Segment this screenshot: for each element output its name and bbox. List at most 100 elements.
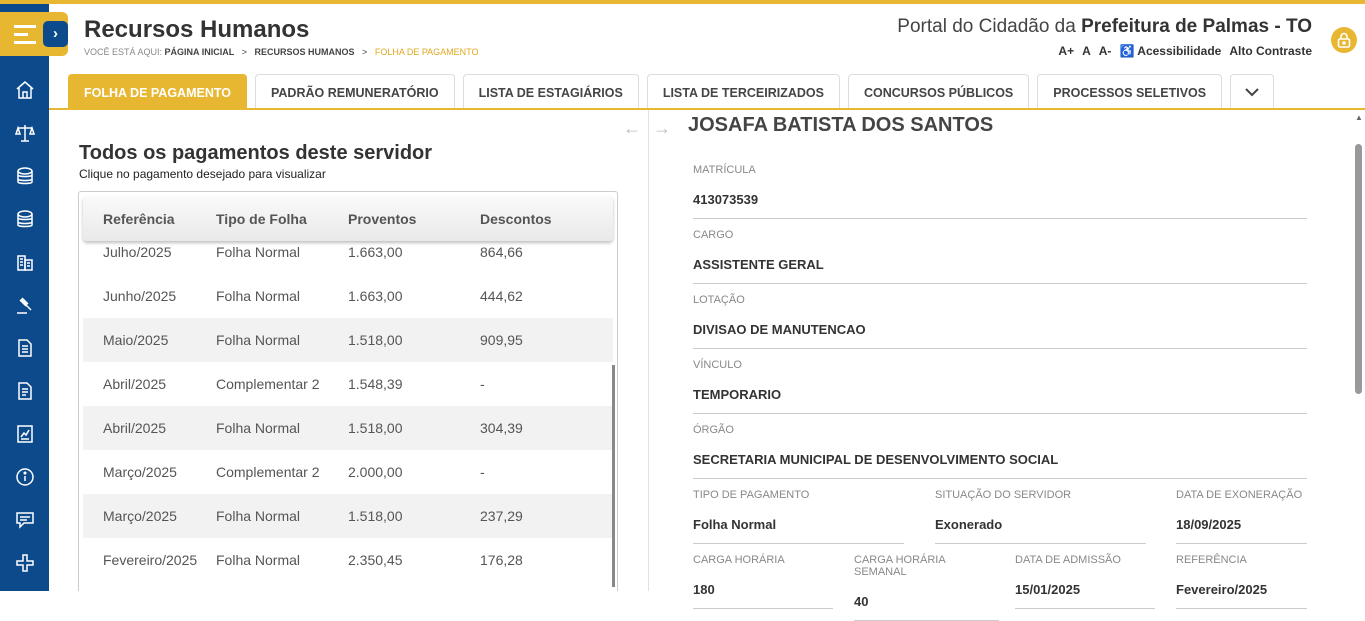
sidebar-item-plus[interactable] [0,541,49,584]
payments-table-header: Referência Tipo de Folha Proventos Desco… [83,196,613,241]
font-decrease-button[interactable]: A- [1099,44,1112,58]
breadcrumb-rh[interactable]: RECURSOS HUMANOS [255,47,355,57]
document-icon [17,338,32,357]
sidebar-item-gavel[interactable] [0,283,49,326]
table-row[interactable]: Abril/2025 Folha Normal 1.518,00 304,39 [83,406,613,450]
table-row[interactable]: Abril/2025 Complementar 2 1.548,39 - [83,362,613,406]
sidebar-icons [0,68,49,584]
sidebar-item-scales[interactable] [0,111,49,154]
cell-referencia: Fevereiro/2025 [103,552,198,568]
cell-proventos: 2.350,45 [348,552,403,568]
column-header-proventos[interactable]: Proventos [348,211,480,227]
tabs-more-button[interactable] [1230,74,1275,110]
field-value: Folha Normal [693,517,904,544]
cell-referencia: Março/2025 [103,508,177,524]
column-header-referencia[interactable]: Referência [83,211,216,227]
cell-proventos: 1.663,00 [348,288,403,304]
cell-proventos: 1.518,00 [348,508,403,524]
field-label: CARGA HORÁRIA [693,554,785,566]
table-row[interactable]: Março/2025 Folha Normal 1.518,00 237,29 [83,494,613,538]
cell-referencia: Abril/2025 [103,420,167,436]
document-list-icon [17,381,32,400]
column-header-descontos[interactable]: Descontos [480,211,600,227]
field-vinculo: VÍNCULO TEMPORARIO [693,359,1307,414]
panel-divider [648,110,649,591]
arrow-left-icon[interactable]: ← [623,118,641,139]
field-tipo-pagamento: TIPO DE PAGAMENTO Folha Normal [693,489,904,544]
page-title: Recursos Humanos [84,16,310,43]
cell-referencia: Junho/2025 [103,288,177,304]
font-reset-button[interactable]: A [1082,44,1091,58]
field-value: DIVISAO DE MANUTENCAO [693,322,1307,349]
cell-tipo: Complementar 2 [216,464,320,480]
employee-name: JOSAFA BATISTA DOS SANTOS [688,114,994,136]
cell-tipo: Folha Normal [216,508,301,524]
sidebar-item-info[interactable] [0,455,49,498]
lock-button[interactable] [1331,27,1357,53]
accessibility-link[interactable]: ♿ Acessibilidade [1119,44,1221,58]
table-row[interactable]: Junho/2025 Folha Normal 1.663,00 444,62 [83,274,613,318]
breadcrumb-separator: > [362,47,368,57]
field-label: CARGO [693,229,734,241]
field-value: ASSISTENTE GERAL [693,257,1307,284]
sidebar-item-home[interactable] [0,68,49,111]
cell-descontos: 909,95 [480,332,523,348]
cell-descontos: - [480,376,485,392]
payments-title: Todos os pagamentos deste servidor [79,142,433,164]
cell-proventos: 1.518,00 [348,332,403,348]
cell-tipo: Folha Normal [216,420,301,436]
payments-table: Julho/2025 Folha Normal 1.663,00 864,66 Jun… [78,191,618,591]
sidebar-item-document-list[interactable] [0,369,49,412]
field-value: SECRETARIA MUNICIPAL DE DESENVOLVIMENTO … [693,452,1307,479]
field-label: DATA DE ADMISSÃO [1015,554,1121,566]
field-referencia: REFERÊNCIA Fevereiro/2025 [1176,554,1307,609]
menu-toggle-button[interactable]: › [0,12,68,56]
chevron-right-icon[interactable]: › [43,21,68,47]
table-row[interactable]: Março/2025 Complementar 2 2.000,00 - [83,450,613,494]
field-situacao: SITUAÇÃO DO SERVIDOR Exonerado [935,489,1146,544]
scales-icon [14,124,35,142]
tab-processos-seletivos[interactable]: PROCESSOS SELETIVOS [1037,74,1223,110]
cell-proventos: 2.000,00 [348,464,403,480]
sidebar-item-chat[interactable] [0,498,49,541]
portal-title: Portal do Cidadão da Prefeitura de Palma… [897,16,1312,38]
page-scrollbar-thumb[interactable] [1355,144,1362,394]
cell-referencia: Julho/2025 [103,244,172,260]
breadcrumb-current: FOLHA DE PAGAMENTO [374,47,479,57]
tab-lista-de-estagiarios[interactable]: LISTA DE ESTAGIÁRIOS [462,74,639,110]
tab-concursos-publicos[interactable]: CONCURSOS PÚBLICOS [847,74,1030,110]
scroll-up-arrow-icon[interactable]: ▲ [1354,113,1364,123]
cell-tipo: Complementar 2 [216,376,320,392]
plus-cross-icon [15,553,34,572]
arrow-right-icon[interactable]: → [653,118,671,139]
table-row[interactable]: Fevereiro/2025 Folha Normal 2.350,45 176,28 [83,538,613,582]
table-row[interactable]: Maio/2025 Folha Normal 1.518,00 909,95 [83,318,613,362]
cell-descontos: - [480,464,485,480]
field-lotacao: LOTAÇÃO DIVISAO DE MANUTENCAO [693,294,1307,349]
font-increase-button[interactable]: A+ [1058,44,1074,58]
tab-folha-de-pagamento[interactable]: FOLHA DE PAGAMENTO [68,74,247,110]
coins-stack-icon [16,209,33,227]
sidebar-item-coins[interactable] [0,154,49,197]
field-label: LOTAÇÃO [693,294,745,306]
field-orgao: ÓRGÃO SECRETARIA MUNICIPAL DE DESENVOLVI… [693,424,1307,479]
high-contrast-button[interactable]: Alto Contraste [1229,44,1312,58]
chart-report-icon [16,424,33,443]
field-value: Exonerado [935,517,1146,544]
field-matricula: MATRÍCULA 413073539 [693,164,1307,219]
payments-table-body: Julho/2025 Folha Normal 1.663,00 864,66 Jun… [83,230,613,582]
cell-descontos: 444,62 [480,288,523,304]
breadcrumb-home[interactable]: PÁGINA INICIAL [165,47,235,57]
sidebar-item-buildings[interactable] [0,240,49,283]
tab-padrao-remuneratorio[interactable]: PADRÃO REMUNERATÓRIO [255,74,455,110]
column-header-tipo[interactable]: Tipo de Folha [216,211,348,227]
table-scrollbar[interactable] [612,365,615,587]
breadcrumb-prefix: VOCÊ ESTÁ AQUI: [84,47,163,57]
sidebar-item-document[interactable] [0,326,49,369]
sidebar-item-coins-stack[interactable] [0,197,49,240]
field-label: SITUAÇÃO DO SERVIDOR [935,489,1072,501]
payments-subtitle: Clique no pagamento desejado para visual… [79,167,326,181]
cell-referencia: Abril/2025 [103,376,167,392]
tab-lista-de-terceirizados[interactable]: LISTA DE TERCEIRIZADOS [646,74,840,110]
sidebar-item-chart-report[interactable] [0,412,49,455]
